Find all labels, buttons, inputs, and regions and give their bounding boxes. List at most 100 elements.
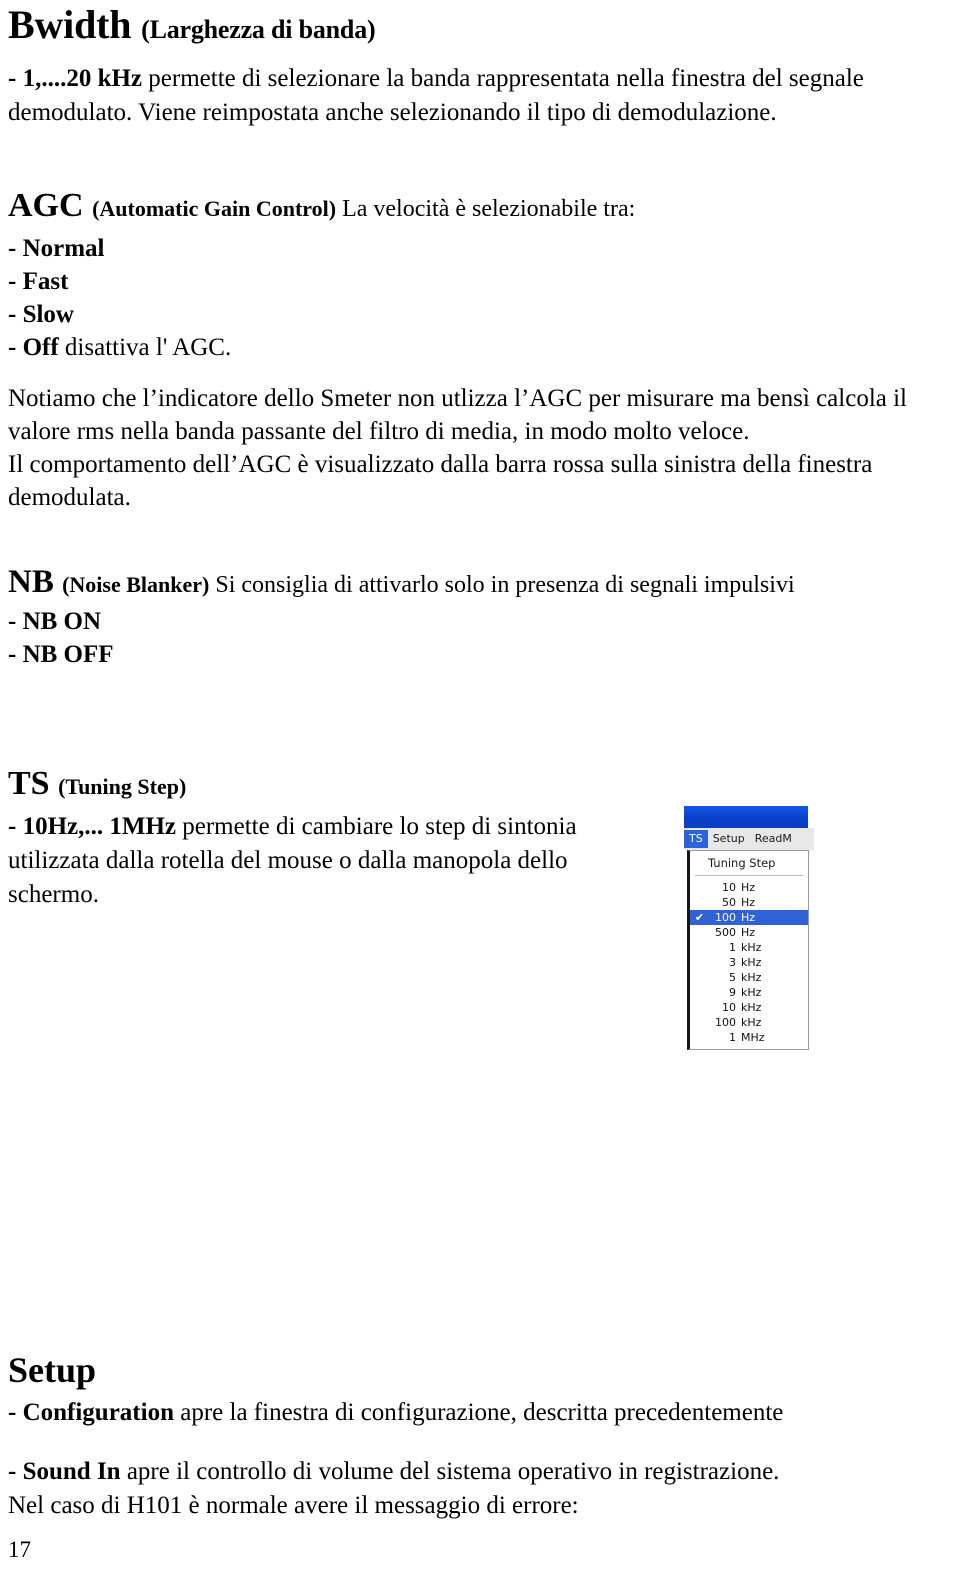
setup-soundin-desc: apre il controllo di volume del sistema … (120, 1458, 780, 1485)
app-menubar: TS Setup ReadM (684, 828, 814, 850)
agc-option-off: - Off disattiva l' AGC. (8, 331, 231, 364)
dropdown-item-value: 50 (722, 896, 736, 909)
dropdown-item-1khz[interactable]: 1 kHz (690, 940, 808, 955)
dropdown-item-unit: Hz (741, 911, 756, 924)
heading-ts: TS (Tuning Step) (8, 766, 186, 802)
check-icon (694, 1015, 705, 1030)
tuning-step-screenshot: TS Setup ReadM Tuning Step 10 Hz 50 Hz ✔… (684, 806, 814, 1132)
dropdown-item-value: 500 (715, 926, 736, 939)
nb-option-off: - NB OFF (8, 641, 114, 668)
agc-note-line3: Il comportamento dell’AGC è visualizzato… (8, 451, 873, 478)
ts-text-line3: schermo. (8, 881, 99, 908)
nb-option-on: - NB ON (8, 608, 102, 635)
dropdown-item-9khz[interactable]: 9 kHz (690, 985, 808, 1000)
menu-item-ts[interactable]: TS (684, 830, 708, 848)
bwidth-text-line2: demodulato. Viene reimpostata anche sele… (8, 99, 777, 126)
setup-soundin-label: - Sound In (8, 1458, 121, 1485)
agc-option-slow: - Slow (8, 301, 74, 328)
dropdown-item-unit: kHz (741, 986, 762, 999)
dropdown-item-unit: kHz (741, 971, 762, 984)
heading-bwidth-sub: (Larghezza di banda) (141, 15, 376, 44)
setup-configuration-desc: apre la finestra di configurazione, desc… (173, 1399, 784, 1426)
dropdown-item-value: 10 (722, 1001, 736, 1014)
paragraph-setup-configuration: - Configuration apre la finestra di conf… (8, 1396, 936, 1430)
agc-note-line4: demodulata. (8, 484, 131, 511)
heading-agc-sub: (Automatic Gain Control) (92, 196, 337, 221)
dropdown-item-value: 10 (722, 881, 736, 894)
bwidth-text-line1: permette di selezionare la banda rappres… (142, 65, 864, 92)
dropdown-item-unit: kHz (741, 1001, 762, 1014)
check-icon (694, 1000, 705, 1015)
paragraph-agc-note: Notiamo che l’indicatore dello Smeter no… (8, 382, 936, 514)
agc-option-normal: - Normal (8, 235, 105, 262)
dropdown-item-unit: Hz (741, 896, 756, 909)
tuning-step-dropdown: Tuning Step 10 Hz 50 Hz ✔ 100 Hz 500 Hz (687, 850, 809, 1050)
menu-item-readme[interactable]: ReadM (750, 830, 797, 848)
nb-option-list: - NB ON - NB OFF (8, 605, 114, 671)
dropdown-item-50hz[interactable]: 50 Hz (690, 895, 808, 910)
dropdown-item-100hz[interactable]: ✔ 100 Hz (690, 910, 808, 925)
paragraph-ts: - 10Hz,... 1MHz permette di cambiare lo … (8, 810, 648, 912)
dropdown-item-value: 1 (729, 1031, 736, 1044)
heading-nb-tail: Si consiglia di attivarlo solo in presen… (209, 572, 795, 598)
bwidth-range-label: - 1,....20 kHz (8, 65, 143, 92)
heading-agc: AGC (Automatic Gain Control) La velocità… (8, 188, 635, 224)
dropdown-item-value: 5 (729, 971, 736, 984)
dropdown-item-5khz[interactable]: 5 kHz (690, 970, 808, 985)
agc-option-off-label: - Off (8, 334, 59, 361)
heading-bwidth: Bwidth (Larghezza di banda) (8, 2, 376, 47)
dropdown-item-unit: kHz (741, 1016, 762, 1029)
paragraph-bwidth: - 1,....20 kHz permette di selezionare l… (8, 62, 936, 130)
heading-setup-main: Setup (8, 1350, 97, 1390)
heading-agc-main: AGC (8, 187, 84, 224)
menu-item-setup[interactable]: Setup (708, 830, 750, 848)
dropdown-item-100khz[interactable]: 100 kHz (690, 1015, 808, 1030)
dropdown-item-500hz[interactable]: 500 Hz (690, 925, 808, 940)
check-icon (694, 985, 705, 1000)
heading-nb: NB (Noise Blanker) Si consiglia di attiv… (8, 565, 795, 600)
agc-note-line1: Notiamo che l’indicatore dello Smeter no… (8, 385, 907, 412)
dropdown-item-value: 100 (715, 1016, 736, 1029)
agc-option-fast: - Fast (8, 268, 69, 295)
check-icon (694, 1030, 705, 1045)
agc-option-off-desc: disattiva l' AGC. (58, 334, 232, 361)
dropdown-title: Tuning Step (708, 856, 776, 870)
heading-bwidth-main: Bwidth (8, 2, 132, 47)
dropdown-item-value: 3 (729, 956, 736, 969)
dropdown-item-unit: kHz (741, 956, 762, 969)
heading-nb-main: NB (8, 564, 54, 600)
heading-ts-sub: (Tuning Step) (58, 774, 187, 799)
ts-range-label: - 10Hz,... 1MHz (8, 813, 177, 840)
heading-agc-tail: La velocità è selezionabile tra: (336, 196, 636, 222)
heading-setup: Setup (8, 1350, 97, 1390)
check-icon (694, 880, 705, 895)
dropdown-item-1mhz[interactable]: 1 MHz (690, 1030, 808, 1045)
agc-note-line2: valore rms nella banda passante del filt… (8, 418, 750, 445)
dropdown-item-unit: MHz (741, 1031, 765, 1044)
check-icon (694, 925, 705, 940)
dropdown-item-10khz[interactable]: 10 kHz (690, 1000, 808, 1015)
setup-configuration-label: - Configuration (8, 1399, 174, 1426)
dropdown-item-unit: Hz (741, 881, 756, 894)
heading-ts-main: TS (8, 765, 50, 802)
dropdown-item-value: 9 (729, 986, 736, 999)
page-number: 17 (8, 1537, 31, 1562)
ts-text-line1: permette di cambiare lo step di sintonia (176, 813, 577, 840)
agc-option-list: - Normal - Fast - Slow - Off disattiva l… (8, 232, 231, 364)
dropdown-item-3khz[interactable]: 3 kHz (690, 955, 808, 970)
dropdown-item-10hz[interactable]: 10 Hz (690, 880, 808, 895)
document-page: Bwidth (Larghezza di banda) - 1,....20 k… (0, 0, 960, 1572)
setup-soundin-desc-line2: Nel caso di H101 è normale avere il mess… (8, 1492, 579, 1519)
ts-text-line2: utilizzata dalla rotella del mouse o dal… (8, 847, 568, 874)
check-icon (694, 895, 705, 910)
paragraph-setup-soundin: - Sound In apre il controllo di volume d… (8, 1455, 936, 1523)
check-icon (694, 970, 705, 985)
check-icon (694, 955, 705, 970)
check-icon (694, 940, 705, 955)
dropdown-item-value: 1 (729, 941, 736, 954)
dropdown-item-value: 100 (715, 911, 736, 924)
dropdown-item-unit: kHz (741, 941, 762, 954)
dropdown-item-unit: Hz (741, 926, 756, 939)
heading-nb-sub: (Noise Blanker) (62, 572, 210, 597)
dropdown-separator (695, 875, 803, 876)
